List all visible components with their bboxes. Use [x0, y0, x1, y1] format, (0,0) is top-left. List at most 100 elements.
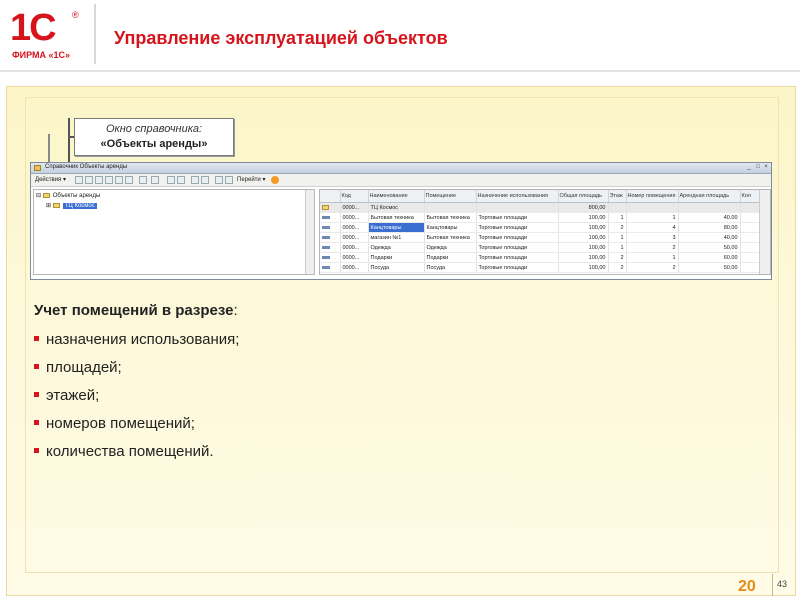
- column-header-room[interactable]: Помещение: [424, 190, 477, 203]
- list-item-text: назначения использования;: [46, 331, 240, 348]
- filter-icon[interactable]: [167, 176, 175, 184]
- item-icon: [320, 242, 341, 253]
- goto-menu-button[interactable]: Перейти ▾: [237, 176, 265, 183]
- cell-rent-area: 40,00: [678, 212, 741, 223]
- tree-scrollbar[interactable]: [305, 190, 314, 274]
- move-to-group-icon[interactable]: [151, 176, 159, 184]
- page-title: Управление эксплуатацией объектов: [114, 28, 448, 48]
- column-header-rent-area[interactable]: Арендная площадь: [678, 190, 741, 203]
- add-group-icon[interactable]: [85, 176, 93, 184]
- cell-total-area: 100,00: [558, 212, 609, 223]
- catalog-folder-icon: [34, 165, 41, 171]
- column-header-name[interactable]: Наименование: [368, 190, 425, 203]
- logo-firma-text: ФИРМА «1С»: [12, 50, 71, 60]
- group-folder-icon: [320, 202, 341, 213]
- list-item-text: номеров помещений;: [46, 415, 195, 432]
- page-total: 43: [777, 579, 788, 589]
- column-header-purpose[interactable]: Назначение использования: [476, 190, 559, 203]
- table-row[interactable]: 0000... Бытовая техника Бытовая техника …: [320, 212, 761, 223]
- table-row[interactable]: 0000... магазин №1 Бытовая техника Торго…: [320, 232, 761, 243]
- page-number-divider: [772, 574, 773, 596]
- tree-expand-icon[interactable]: ⊞: [46, 203, 53, 209]
- cell-name: Бытовая техника: [368, 212, 425, 223]
- help-icon[interactable]: [271, 176, 279, 184]
- table-row-group[interactable]: 0000... ТЦ Космос 800,00: [320, 202, 761, 213]
- cell-count: [740, 212, 761, 223]
- filter-settings-icon[interactable]: [177, 176, 185, 184]
- delete-icon[interactable]: [115, 176, 123, 184]
- cell-room-number: 4: [626, 222, 679, 233]
- item-icon: [320, 252, 341, 263]
- cell-room: Одежда: [424, 242, 477, 253]
- tree-item-label: ТЦ Космос: [62, 203, 97, 209]
- tree-item-label: Объекты аренды: [52, 193, 101, 199]
- callout-box: Окно справочника: «Объекты аренды»: [74, 118, 234, 156]
- maximize-icon[interactable]: □: [754, 164, 762, 171]
- group-tree: ⊟ Объекты аренды ⊞ ТЦ Космос: [33, 189, 315, 275]
- table-header-row: Код Наименование Помещение Назначение ис…: [320, 190, 761, 203]
- callout-title: «Объекты аренды»: [100, 138, 208, 150]
- cell-purpose: Торговые площади: [476, 232, 559, 243]
- tree-item-child[interactable]: ⊞ ТЦ Космос: [46, 202, 97, 211]
- add-icon[interactable]: [75, 176, 83, 184]
- table-row[interactable]: 0000... Канцтовары Канцтовары Торговые п…: [320, 222, 761, 233]
- cell-room: Канцтовары: [424, 222, 477, 233]
- table-row[interactable]: 0000... Посуда Посуда Торговые площади 1…: [320, 262, 761, 273]
- cell-count: [740, 252, 761, 263]
- cell-room-number: 3: [626, 232, 679, 243]
- column-header-floor[interactable]: Этаж: [608, 190, 627, 203]
- hierarchy-icon[interactable]: [139, 176, 147, 184]
- items-table: Код Наименование Помещение Назначение ис…: [320, 190, 761, 273]
- company-logo: 1С ® ФИРМА «1С»: [6, 6, 90, 64]
- cell-name: Подарки: [368, 252, 425, 263]
- cell-floor: 2: [608, 222, 627, 233]
- list-item-text: площадей;: [46, 359, 122, 376]
- cell-total-area: 100,00: [558, 252, 609, 263]
- cell-room-number: [626, 202, 679, 213]
- window-titlebar[interactable]: Справочник Объекты аренды _ □ ×: [31, 163, 771, 174]
- items-grid: Код Наименование Помещение Назначение ис…: [319, 189, 771, 275]
- cell-count: [740, 262, 761, 273]
- cell-total-area: 100,00: [558, 222, 609, 233]
- mark-delete-icon[interactable]: [125, 176, 133, 184]
- section-heading-colon: :: [233, 302, 238, 319]
- catalog-window: Справочник Объекты аренды _ □ × Действия…: [30, 162, 772, 280]
- cell-purpose: Торговые площади: [476, 222, 559, 233]
- item-icon: [320, 232, 341, 243]
- filter-list-icon[interactable]: [191, 176, 199, 184]
- cell-name: ТЦ Космос: [368, 202, 425, 213]
- column-header-room-number[interactable]: Номер помещения: [626, 190, 679, 203]
- cell-count: [740, 232, 761, 243]
- logo-separator: [94, 4, 96, 64]
- cell-name: Посуда: [368, 262, 425, 273]
- cell-rent-area: 60,00: [678, 252, 741, 263]
- refresh-icon[interactable]: [225, 176, 233, 184]
- cell-code: 0000...: [340, 242, 369, 253]
- column-header-total-area[interactable]: Общая площадь: [558, 190, 609, 203]
- minimize-icon[interactable]: _: [745, 164, 753, 171]
- tree-item-root[interactable]: ⊟ Объекты аренды: [36, 192, 100, 201]
- actions-menu-button[interactable]: Действия ▾: [35, 176, 66, 183]
- column-header-icon: [320, 190, 341, 203]
- column-header-count[interactable]: Кол: [740, 190, 761, 203]
- bullet-square-icon: [34, 363, 39, 369]
- section-heading: Учет помещений в разрезе:: [34, 302, 238, 319]
- slide-header: 1С ® ФИРМА «1С» Управление эксплуатацией…: [0, 0, 800, 70]
- logo-registered-mark: ®: [72, 10, 79, 20]
- clear-filter-icon[interactable]: [201, 176, 209, 184]
- table-row[interactable]: 0000... Подарки Подарки Торговые площади…: [320, 252, 761, 263]
- cell-count: [740, 222, 761, 233]
- grid-scrollbar[interactable]: [759, 190, 770, 274]
- copy-icon[interactable]: [95, 176, 103, 184]
- edit-icon[interactable]: [105, 176, 113, 184]
- column-header-code[interactable]: Код: [340, 190, 369, 203]
- tree-collapse-icon[interactable]: ⊟: [36, 193, 43, 199]
- table-row[interactable]: 0000... Одежда Одежда Торговые площади 1…: [320, 242, 761, 253]
- item-icon: [320, 212, 341, 223]
- list-view-icon[interactable]: [215, 176, 223, 184]
- cell-room: Посуда: [424, 262, 477, 273]
- window-title: Справочник Объекты аренды: [45, 164, 128, 170]
- close-icon[interactable]: ×: [762, 164, 770, 171]
- cell-code: 0000...: [340, 212, 369, 223]
- list-item: площадей;: [34, 356, 239, 384]
